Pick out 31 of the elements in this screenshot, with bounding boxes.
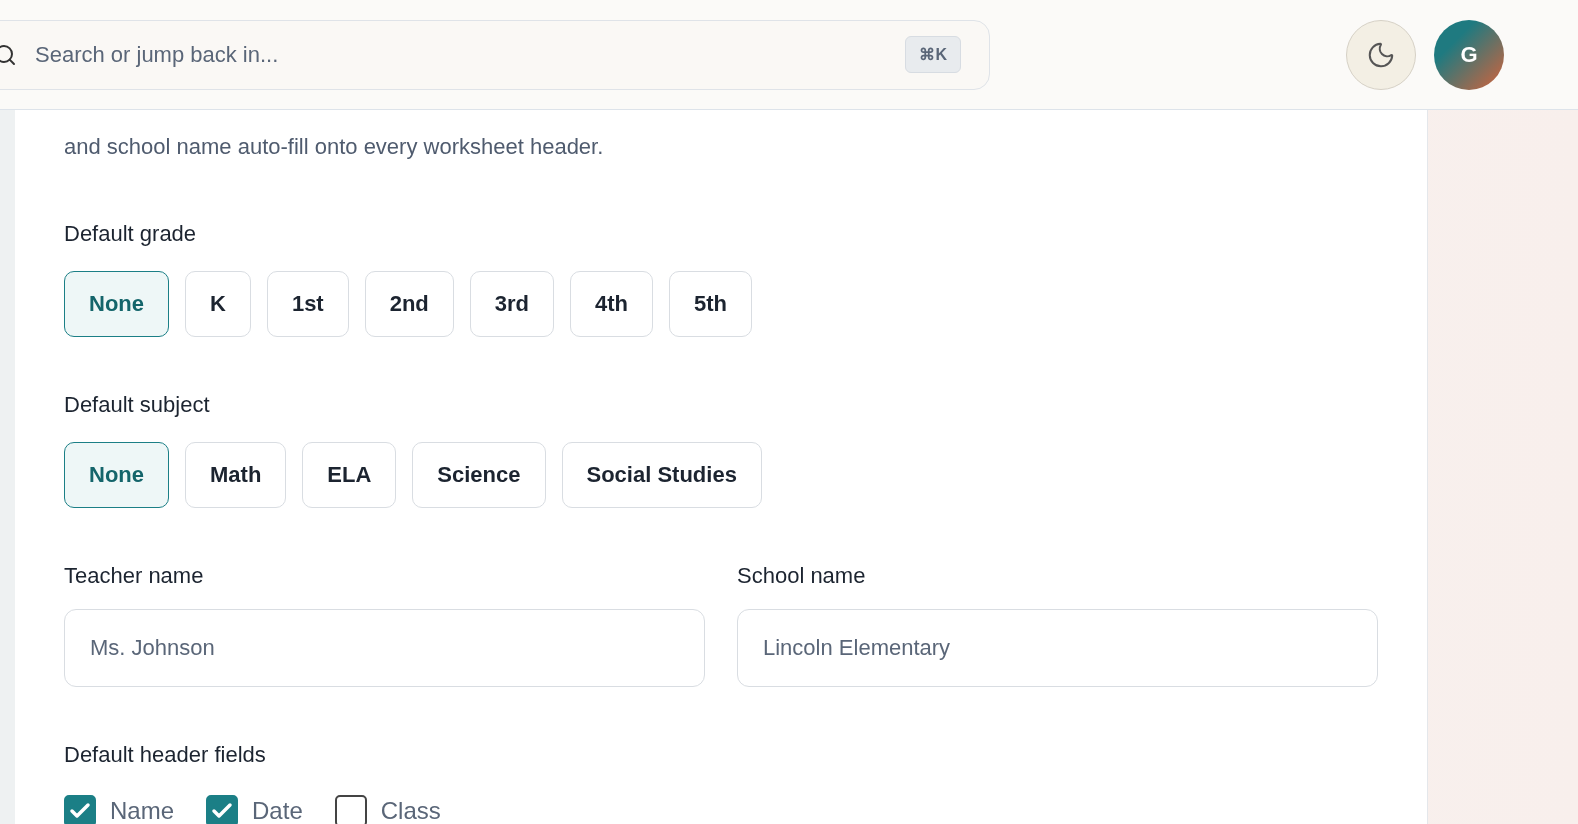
field-label: Default subject xyxy=(64,391,211,419)
field-label: School name xyxy=(737,562,867,590)
avatar[interactable]: G xyxy=(1434,19,1504,90)
text-input[interactable]: Ms. Johnson xyxy=(64,609,705,687)
checkbox-label: Class xyxy=(380,797,441,824)
option-chip[interactable]: 5th xyxy=(669,271,753,337)
field-label: Default grade xyxy=(64,220,198,248)
option-chip[interactable]: K xyxy=(185,271,251,337)
search-icon xyxy=(0,42,17,67)
checkbox[interactable] xyxy=(64,795,96,824)
checkbox[interactable] xyxy=(334,795,367,824)
search-input[interactable]: Search or jump back in... xyxy=(33,40,890,69)
search-field[interactable]: Search or jump back in... ⌘K xyxy=(0,19,990,90)
option-chip[interactable]: 3rd xyxy=(469,271,555,337)
description-text: and school name auto-fill onto every worksheet header. xyxy=(64,133,605,161)
option-chip[interactable]: None xyxy=(64,442,169,508)
option-chip[interactable]: Science xyxy=(412,442,546,508)
option-chip[interactable]: ELA xyxy=(302,442,397,508)
checkbox-label: Date xyxy=(252,797,303,824)
option-chip[interactable]: 4th xyxy=(570,271,654,337)
checkbox-label: Name xyxy=(110,797,175,824)
checkbox[interactable] xyxy=(206,795,239,824)
option-chip[interactable]: 1st xyxy=(266,271,349,337)
option-chip[interactable]: Social Studies xyxy=(561,442,762,508)
option-chip[interactable]: Math xyxy=(185,442,287,508)
option-chip[interactable]: None xyxy=(64,271,169,337)
option-chip[interactable]: 2nd xyxy=(364,271,454,337)
field-label: Default header fields xyxy=(64,741,267,769)
text-input[interactable]: Lincoln Elementary xyxy=(737,609,1378,687)
shortcut-key: ⌘K xyxy=(905,36,961,73)
field-label: Teacher name xyxy=(64,562,205,590)
